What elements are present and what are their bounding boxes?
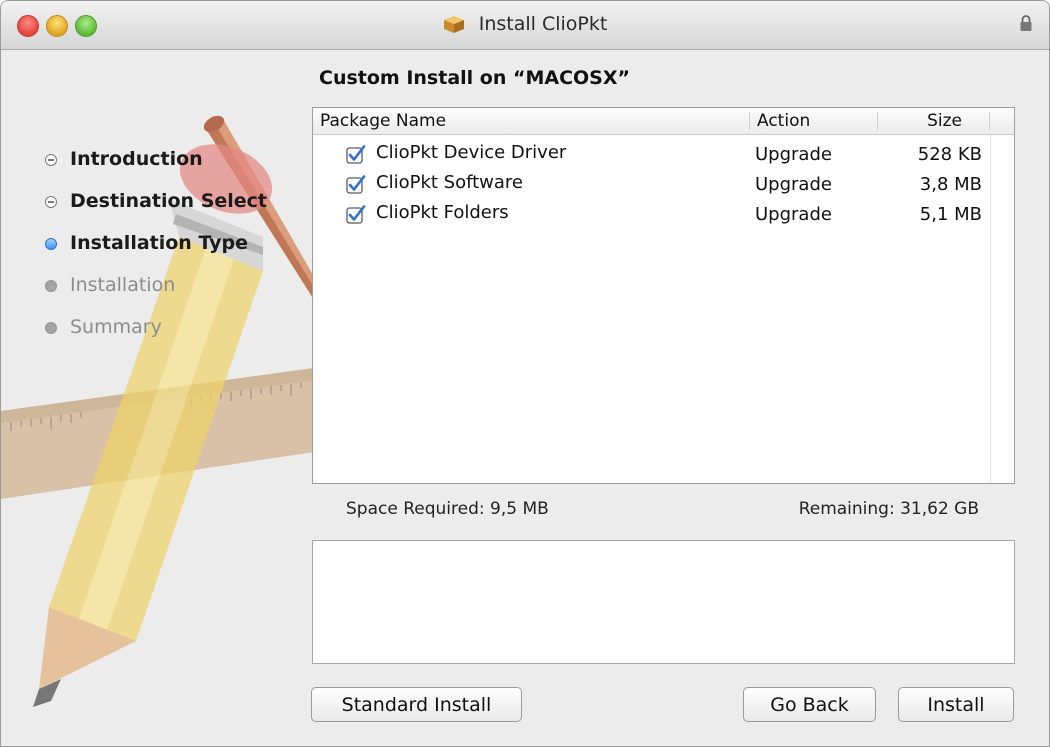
step-introduction: Introduction [45,144,267,186]
step-installation: Installation [45,270,267,312]
step-label: Summary [70,316,162,338]
checkbox-checked-icon [346,205,366,224]
step-current-bullet-icon [45,238,57,250]
package-name: ClioPkt Folders [376,202,509,223]
table-row[interactable]: ClioPkt Software Upgrade 3,8 MB [313,169,990,199]
step-complete-bullet-icon [45,196,57,208]
table-row[interactable]: ClioPkt Folders Upgrade 5,1 MB [313,199,990,229]
step-destination-select: Destination Select [45,186,267,228]
package-action: Upgrade [755,144,832,165]
column-divider[interactable] [749,112,750,130]
package-action: Upgrade [755,204,832,225]
lock-icon [1019,14,1033,36]
package-name: ClioPkt Device Driver [376,142,567,163]
package-table: Package Name Action Size ClioPkt Device … [312,107,1015,484]
table-header: Package Name Action Size [313,108,1014,135]
package-size: 528 KB [917,144,982,165]
package-checkbox[interactable] [346,205,366,230]
package-name: ClioPkt Software [376,172,523,193]
package-checkbox[interactable] [346,175,366,200]
column-divider[interactable] [877,112,878,130]
installer-steps: Introduction Destination Select Installa… [45,144,267,354]
step-label: Installation Type [70,232,249,254]
step-label: Destination Select [70,190,268,212]
table-row[interactable]: ClioPkt Device Driver Upgrade 528 KB [313,139,990,169]
step-label: Installation [70,274,176,296]
space-required-label: Space Required: 9,5 MB [346,499,549,519]
package-description-box [312,540,1015,664]
column-header-package-name[interactable]: Package Name [320,111,446,131]
step-pending-bullet-icon [45,322,57,334]
step-summary: Summary [45,312,267,354]
window-title-container: Install ClioPkt [1,13,1049,39]
page-title: Custom Install on “MACOSX” [319,67,630,89]
space-remaining-label: Remaining: 31,62 GB [798,499,979,519]
table-scrollbar[interactable] [990,135,1014,483]
checkbox-checked-icon [346,145,366,164]
installer-window: Install ClioPkt Introduction Destination… [0,0,1050,747]
column-header-action[interactable]: Action [757,111,810,131]
window-title: Install ClioPkt [478,13,608,35]
package-icon [443,14,465,39]
package-action: Upgrade [755,174,832,195]
step-label: Introduction [70,148,203,170]
column-header-size[interactable]: Size [927,111,962,131]
package-size: 5,1 MB [919,204,982,225]
package-size: 3,8 MB [919,174,982,195]
title-bar: Install ClioPkt [1,1,1049,50]
step-installation-type: Installation Type [45,228,267,270]
step-complete-bullet-icon [45,154,57,166]
checkbox-checked-icon [346,175,366,194]
install-button[interactable]: Install [898,687,1014,722]
package-checkbox[interactable] [346,145,366,170]
column-divider [989,112,990,130]
standard-install-button[interactable]: Standard Install [311,687,522,722]
go-back-button[interactable]: Go Back [743,687,876,722]
step-pending-bullet-icon [45,280,57,292]
